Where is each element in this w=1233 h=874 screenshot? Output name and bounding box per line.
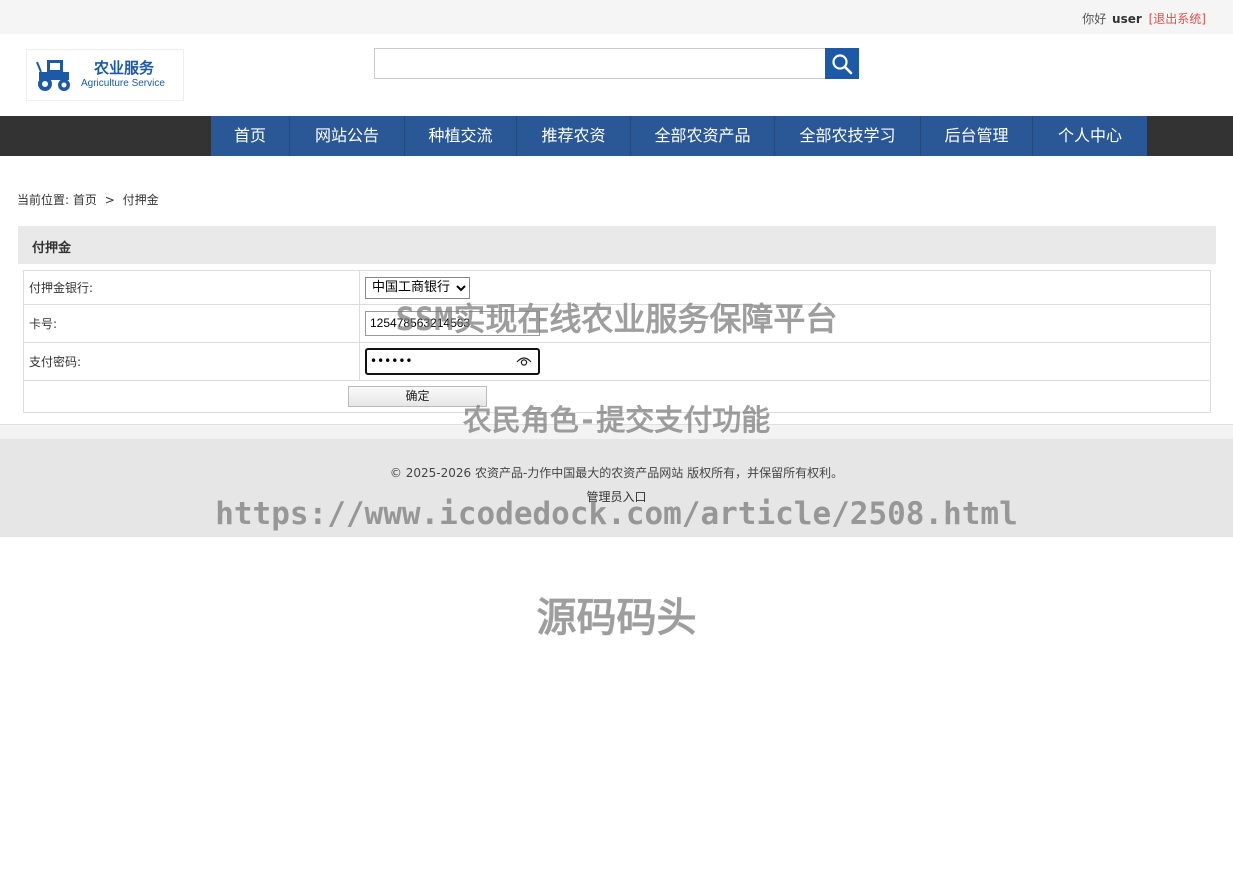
card-label: 卡号: [23,304,360,343]
top-bar: 你好 user [退出系统] [0,0,1233,34]
greeting-text: 你好 [1082,12,1107,26]
breadcrumb-home-link[interactable]: 首页 [73,193,97,207]
nav-item-all-products[interactable]: 全部农资产品 [631,116,775,156]
submit-button[interactable]: 确定 [348,386,487,407]
eye-icon[interactable] [516,355,532,367]
password-label: 支付密码: [23,342,360,381]
form-row-bank: 付押金银行: 中国工商银行 [23,270,1211,305]
form-row-card: 卡号: 125478563214563 [23,304,1211,343]
breadcrumb-current: 付押金 [122,193,159,207]
logo-subtitle: Agriculture Service [81,78,165,89]
bank-select[interactable]: 中国工商银行 [365,276,470,299]
form-row-submit: 确定 [23,380,1211,413]
footer-divider [0,424,1233,439]
logout-link[interactable]: [退出系统] [1149,12,1206,26]
nav-item-announcements[interactable]: 网站公告 [290,116,405,156]
bank-label: 付押金银行: [23,270,360,305]
deposit-form: 付押金银行: 中国工商银行 卡号: 125478563214563 支付密码: … [23,270,1211,413]
nav-item-admin[interactable]: 后台管理 [921,116,1033,156]
breadcrumb-prefix: 当前位置: [17,193,70,207]
footer: © 2025-2026 农资产品-力作中国最大的农资产品网站 版权所有，并保留所… [0,439,1233,537]
search-input[interactable] [374,48,826,79]
search-button[interactable] [825,48,859,79]
tractor-icon [36,60,70,91]
username: user [1112,12,1142,26]
panel-title: 付押金 [32,241,72,256]
card-number-input[interactable]: 125478563214563 [365,311,540,336]
nav-item-profile[interactable]: 个人中心 [1033,116,1147,156]
site-logo[interactable]: 农业服务 Agriculture Service [26,49,184,101]
nav-item-all-learning[interactable]: 全部农技学习 [775,116,921,156]
form-row-password: 支付密码: •••••• [23,342,1211,381]
copyright-text: © 2025-2026 农资产品-力作中国最大的农资产品网站 版权所有，并保留所… [389,466,844,480]
bank-cell: 中国工商银行 [359,270,1211,305]
nav-menu: 首页 网站公告 种植交流 推荐农资 全部农资产品 全部农技学习 后台管理 个人中… [211,116,1147,156]
user-area: 你好 user [退出系统] [1082,10,1206,27]
nav-item-recommended[interactable]: 推荐农资 [517,116,631,156]
admin-entry-anchor[interactable]: 管理员入口 [586,490,646,504]
password-cell: •••••• [359,342,1211,381]
nav-item-home[interactable]: 首页 [211,116,290,156]
logo-title: 农业服务 [94,59,155,77]
password-input[interactable]: •••••• [365,348,540,375]
chevron-right-icon: > [104,193,115,207]
watermark-brand: 源码码头 [536,595,697,641]
password-value: •••••• [370,354,413,368]
submit-cell: 确定 [23,380,1211,413]
nav-item-planting-exchange[interactable]: 种植交流 [405,116,517,156]
card-cell: 125478563214563 [359,304,1211,343]
main-navbar: 首页 网站公告 种植交流 推荐农资 全部农资产品 全部农技学习 后台管理 个人中… [0,116,1233,156]
panel-header: 付押金 [18,226,1216,264]
admin-entry-link: 管理员入口 [0,488,1233,505]
search-icon [832,53,853,74]
breadcrumb: 当前位置: 首页 > 付押金 [17,191,159,208]
